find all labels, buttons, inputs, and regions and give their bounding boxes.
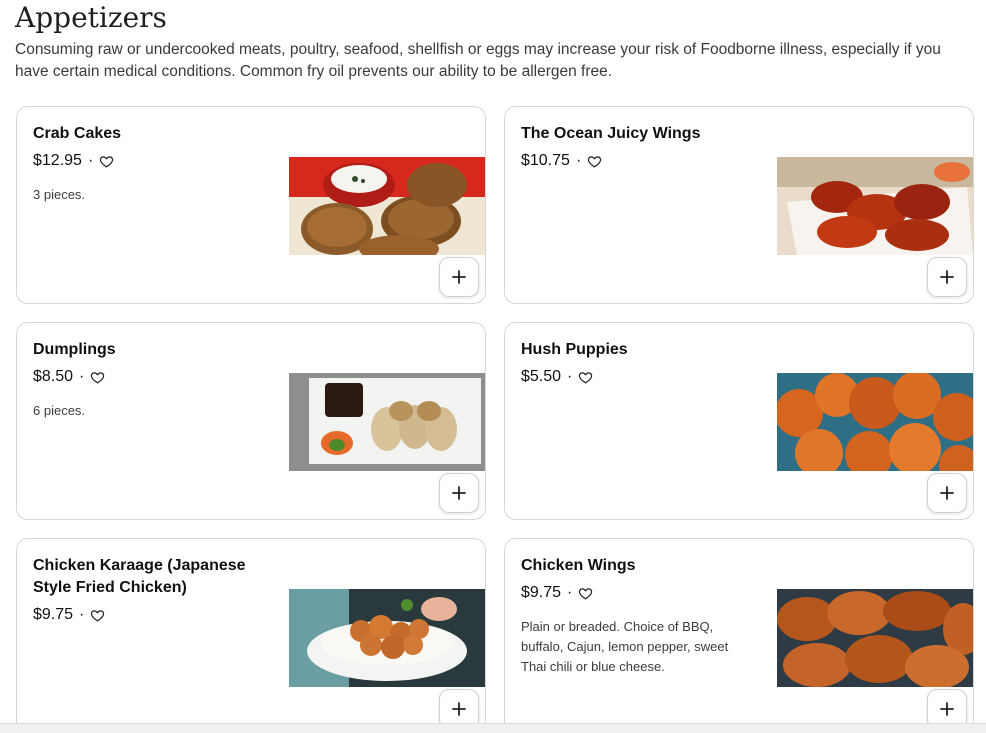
item-name: Hush Puppies [521,341,628,358]
menu-item-card[interactable]: Chicken Karaage (Japanese Style Fried Ch… [16,538,486,733]
heart-icon[interactable] [578,586,593,601]
item-price-row: $10.75 · [521,150,602,172]
item-price-row: $9.75 · [521,582,593,604]
item-price-row: $5.50 · [521,366,593,388]
heart-icon[interactable] [99,154,114,169]
page-bottom-edge [0,723,986,733]
price-separator: · [79,606,85,623]
crab-cakes-photo [289,157,485,255]
item-price: $9.75 [33,606,74,623]
menu-item-card[interactable]: Dumplings $8.50 · 6 pieces. [16,322,486,520]
item-name: Chicken Karaage (Japanese Style Fried Ch… [33,557,246,596]
heart-icon[interactable] [90,608,105,623]
item-price: $10.75 [521,152,570,169]
item-description: 6 pieces. [33,403,86,418]
add-to-cart-button[interactable] [927,473,967,513]
price-separator: · [567,368,573,385]
section-title: Appetizers [15,1,167,34]
heart-icon[interactable] [587,154,602,169]
item-price: $9.75 [521,584,562,601]
item-description: Plain or breaded. Choice of BBQ, buffalo… [521,619,729,674]
item-price-row: $12.95 · [33,150,114,172]
hush-puppies-photo [777,373,973,471]
item-description: 3 pieces. [33,187,86,202]
plus-icon [940,702,954,716]
menu-item-card[interactable]: The Ocean Juicy Wings $10.75 · [504,106,974,304]
price-separator: · [79,368,85,385]
price-separator: · [575,152,582,169]
plus-icon [452,270,466,284]
item-price: $12.95 [33,152,82,169]
heart-icon[interactable] [90,370,105,385]
menu-item-card[interactable]: Chicken Wings $9.75 · Plain or breaded. … [504,538,974,733]
item-name: Chicken Wings [521,557,636,574]
allergen-notice: Consuming raw or undercooked meats, poul… [15,41,941,80]
add-to-cart-button[interactable] [927,257,967,297]
menu-item-card[interactable]: Crab Cakes $12.95 · 3 pieces. [16,106,486,304]
chicken-wings-photo [777,589,973,687]
item-name: Dumplings [33,341,116,358]
item-name: Crab Cakes [33,125,122,142]
plus-icon [452,486,466,500]
add-to-cart-button[interactable] [439,257,479,297]
plus-icon [452,702,466,716]
item-price: $8.50 [33,368,74,385]
item-name: The Ocean Juicy Wings [521,125,701,142]
price-separator: · [567,584,573,601]
plus-icon [940,486,954,500]
dumplings-photo [289,373,485,471]
item-price: $5.50 [521,368,562,385]
menu-page: Appetizers Consuming raw or undercooked … [0,0,986,733]
heart-icon[interactable] [578,370,593,385]
price-separator: · [87,152,94,169]
plus-icon [940,270,954,284]
add-to-cart-button[interactable] [439,473,479,513]
item-price-row: $9.75 · [33,604,105,626]
menu-item-card[interactable]: Hush Puppies $5.50 · [504,322,974,520]
karaage-photo [289,589,485,687]
wings-photo [777,157,973,255]
item-price-row: $8.50 · [33,366,105,388]
